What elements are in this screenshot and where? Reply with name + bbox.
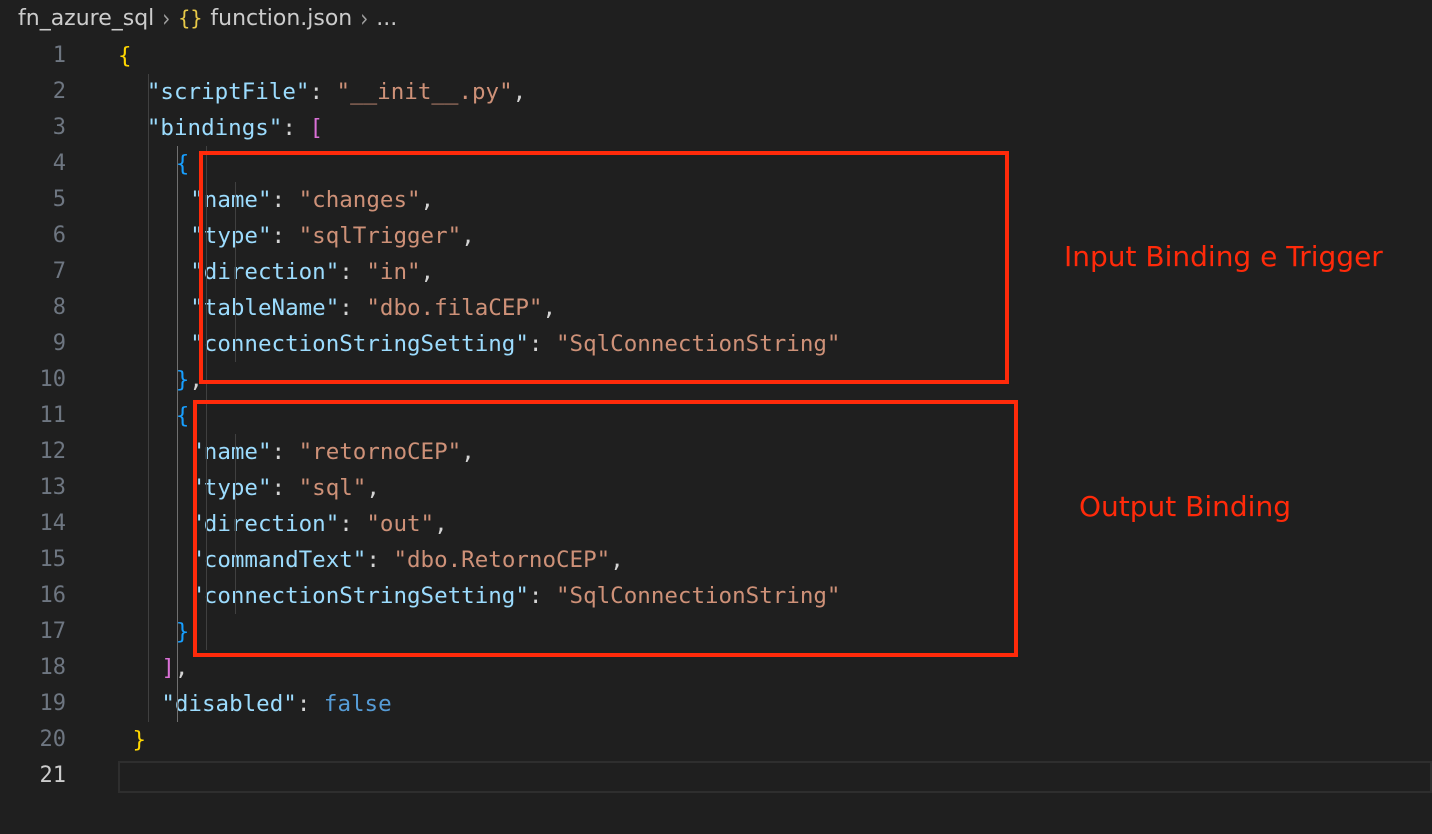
breadcrumb-file[interactable]: function.json [210, 6, 352, 31]
code-token: "scriptFile" [146, 79, 310, 105]
line-number: 8 [52, 295, 66, 320]
code-token: } [132, 727, 146, 753]
line-number: 12 [39, 439, 67, 464]
code-text: "bindings": [ [147, 110, 323, 146]
line-number: 1 [52, 43, 66, 68]
line-number: 17 [39, 619, 67, 644]
line-number: 5 [52, 187, 66, 212]
code-token: "bindings" [146, 115, 283, 141]
line-number: 18 [39, 655, 67, 680]
code-token: "__init__.py" [336, 79, 513, 105]
line-number: 13 [39, 475, 67, 500]
line-number: 4 [52, 151, 66, 176]
code-text: "scriptFile": "__init__.py", [147, 74, 526, 110]
line-number: 6 [52, 223, 66, 248]
chevron-right-icon: › [162, 3, 171, 33]
code-token: : [282, 115, 310, 141]
json-file-icon: {} [178, 6, 203, 30]
code-line[interactable]: 19 "disabled": false [0, 686, 1432, 722]
code-text: ], [161, 650, 188, 686]
code-line[interactable]: 2 "scriptFile": "__init__.py", [0, 74, 1432, 110]
output-binding-highlight-box [193, 400, 1018, 657]
line-number: 10 [39, 367, 67, 392]
line-number: 20 [39, 727, 67, 752]
indent-guide [148, 74, 149, 722]
code-token: false [323, 691, 392, 717]
code-text: "disabled": false [161, 686, 391, 722]
line-number: 14 [39, 511, 67, 536]
code-line[interactable]: 1{ [0, 38, 1432, 74]
output-binding-annotation: Output Binding [1079, 490, 1291, 523]
line-number: 19 [39, 691, 67, 716]
code-text: } [132, 722, 146, 758]
line-number: 3 [52, 115, 66, 140]
line-number: 7 [52, 259, 66, 284]
breadcrumb-more[interactable]: ... [376, 6, 397, 31]
code-token: ] [161, 655, 175, 681]
line-number: 2 [52, 79, 66, 104]
code-line[interactable]: 3 "bindings": [ [0, 110, 1432, 146]
line-number: 16 [39, 583, 67, 608]
line-number: 9 [52, 331, 66, 356]
code-line[interactable]: 20} [0, 722, 1432, 758]
code-token: { [118, 43, 132, 69]
line-number: 11 [39, 403, 67, 428]
code-token: : [296, 691, 324, 717]
input-binding-annotation: Input Binding e Trigger [1064, 240, 1383, 273]
breadcrumb-folder[interactable]: fn_azure_sql [18, 6, 154, 31]
line-number: 21 [39, 763, 67, 788]
indent-guide-active [177, 146, 178, 722]
line-number: 15 [39, 547, 67, 572]
breadcrumb: fn_azure_sql › {} function.json › ... [18, 0, 397, 36]
chevron-right-icon: › [360, 3, 369, 33]
current-line-highlight [118, 761, 1432, 793]
input-binding-highlight-box [199, 151, 1009, 384]
code-text: { [118, 38, 132, 74]
code-token: "disabled" [161, 691, 297, 717]
code-token: , [512, 79, 527, 105]
code-token: : [309, 79, 337, 105]
code-token: [ [309, 115, 323, 141]
